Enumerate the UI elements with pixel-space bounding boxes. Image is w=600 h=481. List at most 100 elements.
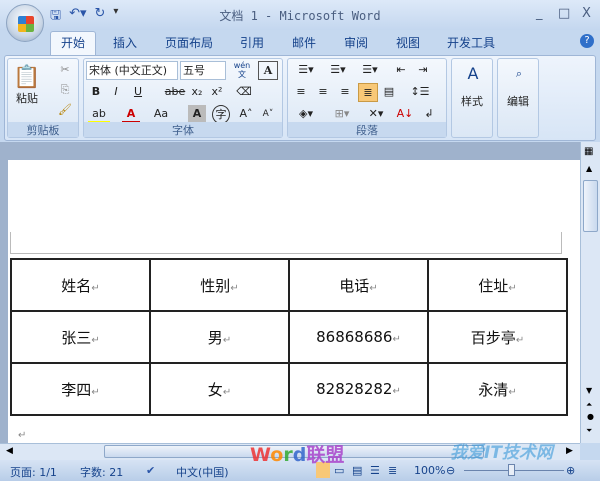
table-cell[interactable]: 82828282↵ — [288, 362, 429, 416]
styles-group[interactable]: A 样式 — [451, 58, 493, 138]
ribbon-tabs: 开始 插入 页面布局 引用 邮件 审阅 视图 开发工具 ? — [0, 30, 600, 56]
distributed-icon[interactable]: ▤ — [380, 83, 398, 102]
phonetic-guide-button[interactable]: wén 文 — [232, 61, 252, 80]
vertical-scrollbar[interactable]: ▦ ▲ ▼ ⏶ ● ⏷ — [580, 142, 600, 443]
table-row: 李四↵ 女↵ 82828282↵ 永清↵ — [10, 362, 568, 416]
scroll-right-icon[interactable]: ▶ — [566, 446, 573, 456]
superscript-button[interactable]: x² — [208, 83, 226, 102]
italic-button[interactable]: I — [108, 83, 124, 102]
vertical-scroll-thumb[interactable] — [583, 180, 598, 232]
full-screen-view-icon[interactable]: ▭ — [334, 464, 344, 477]
format-painter-icon[interactable]: 🖌 — [56, 101, 74, 120]
minimize-button[interactable]: _ — [536, 6, 543, 21]
margin-marker — [10, 232, 562, 254]
status-bar: 页面: 1/1 字数: 21 ✔ 中文(中国) ▭ ▤ ☰ ≣ 100% ⊖ ⊕ — [0, 460, 600, 481]
proofing-icon[interactable]: ✔ — [146, 464, 155, 477]
horizontal-scrollbar[interactable]: ◀ ▶ — [0, 443, 580, 460]
zoom-out-button[interactable]: ⊖ — [446, 464, 455, 477]
table-cell[interactable]: 女↵ — [149, 362, 290, 416]
justify-icon[interactable]: ≣ — [358, 83, 378, 102]
table-cell[interactable]: 永清↵ — [427, 362, 568, 416]
table-row: 张三↵ 男↵ 86868686↵ 百步亭↵ — [10, 310, 568, 364]
editing-group[interactable]: ⌕ 编辑 — [497, 58, 539, 138]
window-title: 文档 1 - Microsoft Word — [219, 9, 381, 23]
font-group-label: 字体 — [84, 122, 282, 137]
table-cell[interactable]: 男↵ — [149, 310, 290, 364]
ribbon: 📋 粘贴 ✂ ⎘ 🖌 剪贴板 宋体 (中文正文) 五号 wén 文 A B I U… — [4, 55, 596, 141]
font-group: 宋体 (中文正文) 五号 wén 文 A B I U abe x₂ x² ⌫ a… — [83, 58, 283, 138]
subscript-button[interactable]: x₂ — [188, 83, 206, 102]
table-cell[interactable]: 86868686↵ — [288, 310, 429, 364]
clipboard-group-label: 剪贴板 — [8, 122, 78, 137]
horizontal-scroll-thumb[interactable] — [104, 445, 484, 458]
table-cell[interactable]: 姓名↵ — [10, 258, 151, 312]
table-cell[interactable]: 百步亭↵ — [427, 310, 568, 364]
align-center-icon[interactable]: ≡ — [314, 83, 332, 102]
tab-review[interactable]: 审阅 — [344, 34, 368, 51]
clear-format-icon[interactable]: ⌫ — [234, 83, 254, 102]
office-button[interactable] — [6, 4, 44, 42]
numbering-icon[interactable]: ☰▾ — [324, 61, 352, 80]
multilevel-list-icon[interactable]: ☰▾ — [356, 61, 384, 80]
cut-icon[interactable]: ✂ — [56, 61, 74, 80]
scroll-up-icon[interactable]: ▲ — [586, 164, 592, 173]
browse-object-icon[interactable]: ● — [587, 412, 594, 421]
paragraph-mark: ↵ — [18, 430, 27, 441]
next-page-icon[interactable]: ⏷ — [586, 426, 592, 436]
tab-page-layout[interactable]: 页面布局 — [165, 34, 213, 51]
web-layout-view-icon[interactable]: ▤ — [352, 464, 362, 477]
paste-label: 粘贴 — [16, 92, 38, 105]
scroll-left-icon[interactable]: ◀ — [6, 446, 13, 456]
zoom-in-button[interactable]: ⊕ — [566, 464, 575, 477]
table-cell[interactable]: 住址↵ — [427, 258, 568, 312]
ruler-toggle-icon[interactable]: ▦ — [584, 146, 593, 157]
office-logo-icon — [18, 16, 34, 32]
table-cell[interactable]: 电话↵ — [288, 258, 429, 312]
print-layout-view-icon[interactable] — [316, 462, 330, 478]
bullets-icon[interactable]: ☰▾ — [292, 61, 320, 80]
bold-button[interactable]: B — [88, 83, 104, 102]
zoom-level[interactable]: 100% — [414, 464, 445, 477]
word-count[interactable]: 字数: 21 — [80, 464, 123, 480]
document-table[interactable]: 姓名↵ 性别↵ 电话↵ 住址↵ 张三↵ 男↵ 86868686↵ 百步亭↵ 李四… — [10, 258, 568, 416]
table-cell[interactable]: 性别↵ — [149, 258, 290, 312]
char-border-button[interactable]: A — [258, 61, 278, 80]
table-row: 姓名↵ 性别↵ 电话↵ 住址↵ — [10, 258, 568, 312]
styles-icon: A — [467, 64, 479, 83]
tab-mailings[interactable]: 邮件 — [292, 34, 316, 51]
align-left-icon[interactable]: ≡ — [292, 83, 310, 102]
font-size-select[interactable]: 五号 — [180, 61, 226, 80]
help-icon[interactable]: ? — [580, 34, 594, 48]
tab-view[interactable]: 视图 — [396, 34, 420, 51]
paragraph-group-label: 段落 — [288, 122, 446, 137]
page-count[interactable]: 页面: 1/1 — [10, 464, 57, 480]
paragraph-group: ☰▾ ☰▾ ☰▾ ⇤ ⇥ ≡ ≡ ≡ ≣ ▤ ↕☰ ◈▾ ⊞▾ ✕▾ A↓ ↲ … — [287, 58, 447, 138]
table-cell[interactable]: 张三↵ — [10, 310, 151, 364]
scroll-down-icon[interactable]: ▼ — [586, 386, 592, 395]
tab-developer[interactable]: 开发工具 — [447, 34, 495, 51]
align-right-icon[interactable]: ≡ — [336, 83, 354, 102]
zoom-slider-thumb[interactable] — [508, 464, 515, 476]
editing-label: 编辑 — [507, 95, 529, 108]
outline-view-icon[interactable]: ☰ — [370, 464, 380, 477]
previous-page-icon[interactable]: ⏶ — [586, 400, 592, 410]
find-binoculars-icon: ⌕ — [515, 67, 523, 80]
copy-icon[interactable]: ⎘ — [56, 81, 74, 100]
tab-references[interactable]: 引用 — [240, 34, 264, 51]
font-name-select[interactable]: 宋体 (中文正文) — [86, 61, 178, 80]
tab-insert[interactable]: 插入 — [113, 34, 137, 51]
line-spacing-icon[interactable]: ↕☰ — [406, 83, 434, 102]
strikethrough-button[interactable]: abe — [164, 83, 186, 102]
maximize-button[interactable]: □ — [558, 6, 570, 21]
decrease-indent-icon[interactable]: ⇤ — [392, 61, 410, 80]
language[interactable]: 中文(中国) — [176, 464, 229, 480]
styles-label: 样式 — [461, 95, 483, 108]
close-button[interactable]: X — [582, 6, 591, 21]
draft-view-icon[interactable]: ≣ — [388, 464, 397, 477]
increase-indent-icon[interactable]: ⇥ — [414, 61, 432, 80]
underline-button[interactable]: U — [128, 83, 148, 102]
paste-button[interactable]: 📋 粘贴 — [12, 63, 42, 113]
tab-home[interactable]: 开始 — [50, 31, 97, 56]
table-cell[interactable]: 李四↵ — [10, 362, 151, 416]
title-bar: 🖫 ↶▾ ↻ ▾ 文档 1 - Microsoft Word _ □ X — [0, 0, 600, 30]
